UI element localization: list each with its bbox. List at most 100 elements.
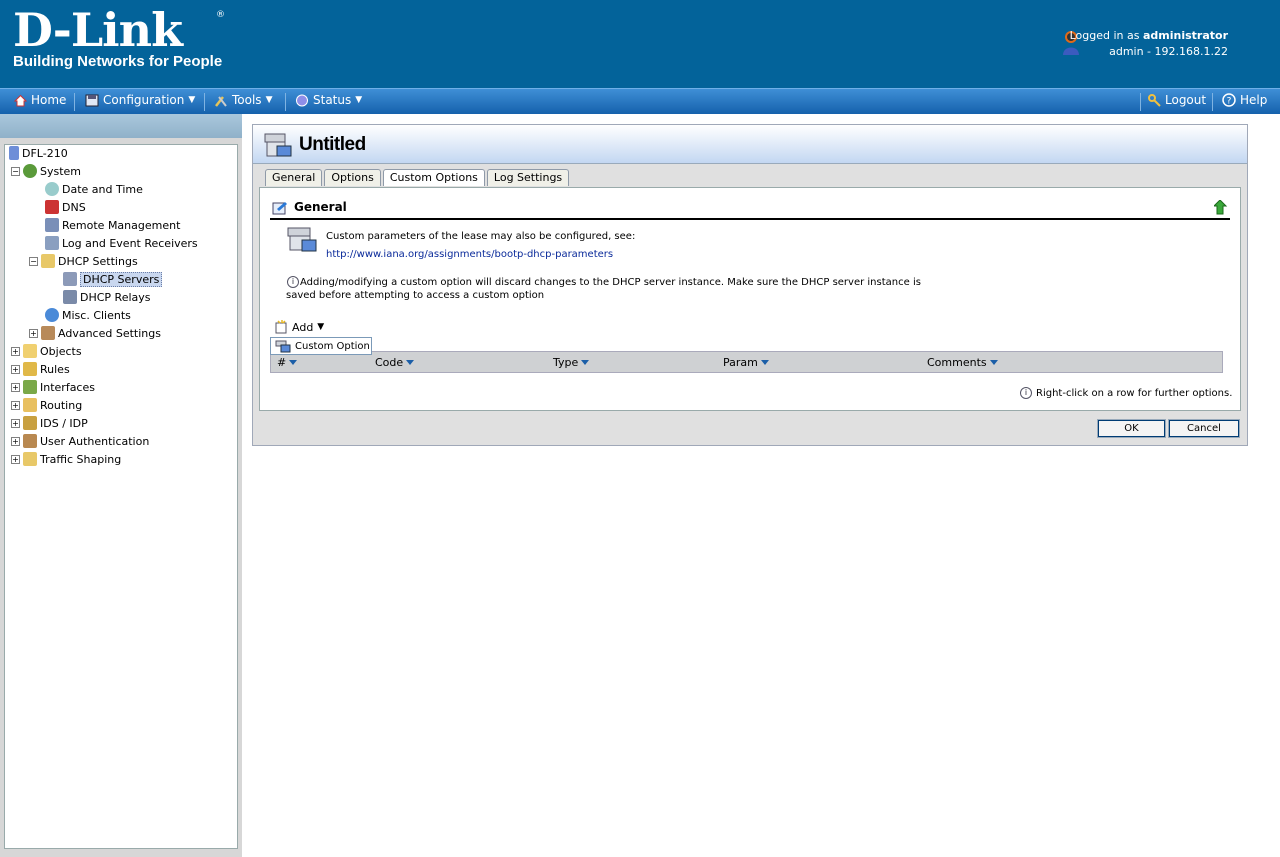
svg-text:?: ? [1227,97,1232,107]
cancel-button[interactable]: Cancel [1168,419,1240,438]
menu-separator [1212,93,1213,111]
tree-node-misc-clients[interactable]: Misc. Clients [45,307,131,323]
tree-label: DFL-210 [22,146,68,160]
add-button[interactable]: Add ▼ [274,320,324,334]
tab-options[interactable]: Options [324,169,381,186]
gear-icon [23,164,37,178]
sort-arrow-icon [760,360,769,365]
tree-node-advanced-settings[interactable]: + Advanced Settings [29,325,161,341]
section-title: General [294,200,347,214]
tree-label: Rules [40,362,70,376]
info-icon: i [1020,387,1032,399]
tree-node-system[interactable]: − System [11,163,81,179]
expand-icon[interactable]: + [29,328,38,338]
iana-link[interactable]: http://www.iana.org/assignments/bootp-dh… [326,249,613,260]
folder-icon [41,254,55,268]
tree-node-dns[interactable]: DNS [45,199,86,215]
tree-node-traffic-shaping[interactable]: + Traffic Shaping [11,451,121,467]
ok-button[interactable]: OK [1097,419,1166,438]
menu-home[interactable]: Home [14,93,66,107]
user-authentication-icon [23,434,37,448]
title-bar: Untitled [253,125,1247,164]
tree-label: DNS [62,200,86,214]
expand-icon[interactable]: + [11,364,20,374]
tree-label: DHCP Settings [58,254,138,268]
tab-content: General Custom parameters of the lease m… [259,187,1241,411]
expand-icon[interactable]: + [11,346,20,356]
collapse-icon[interactable]: − [29,256,38,266]
tree-node-log-event[interactable]: Log and Event Receivers [45,235,198,251]
menu-home-label: Home [31,93,67,107]
tree-node-dhcp-settings[interactable]: − DHCP Settings [29,253,138,269]
dhcp-server-icon [264,133,292,157]
log-icon [45,236,59,250]
menu-status[interactable]: Status ▼ [295,93,362,107]
custom-option-icon [275,340,291,353]
expand-icon[interactable]: + [11,382,20,392]
device-icon [9,146,19,160]
refresh-arrow-icon[interactable] [1214,200,1228,216]
menu-tools[interactable]: Tools ▼ [214,93,272,107]
expand-icon[interactable]: + [11,454,20,464]
menu-separator [74,93,75,111]
warning-line-1: Adding/modifying a custom option will di… [300,277,921,288]
table-hint: i Right-click on a row for further optio… [1020,387,1232,399]
tree-label: Date and Time [62,182,143,196]
tree-node-remote-management[interactable]: Remote Management [45,217,180,233]
key-icon [1148,93,1161,107]
tree-node-dhcp-relays[interactable]: DHCP Relays [63,289,151,305]
tree-label: Remote Management [62,218,181,232]
traffic-shaping-icon [23,452,37,466]
navigation-tree: DFL-210 − System Date and Time DNS Remot… [4,144,238,849]
tab-general[interactable]: General [265,169,323,186]
tree-node-ids-idp[interactable]: + IDS / IDP [11,415,88,431]
column-header-number[interactable]: # [277,356,298,369]
tab-custom-options[interactable]: Custom Options [382,169,485,186]
tree-node-user-authentication[interactable]: + User Authentication [11,433,149,449]
dlink-logo: D-Link ® Building Networks for People [13,3,225,70]
add-label: Add [292,320,314,334]
column-label: Comments [927,356,987,369]
logo-brand: D-Link [13,3,183,57]
custom-options-table-header: # Code Type Param Comments [270,351,1223,373]
save-disk-icon [85,94,99,106]
column-header-param[interactable]: Param [723,356,769,369]
help-label: Help [1240,93,1268,107]
collapse-icon[interactable]: − [11,166,20,176]
logout-link[interactable]: Logout [1148,93,1206,107]
add-menu-custom-option[interactable]: Custom Option [270,337,372,355]
tree-node-dfl-210[interactable]: DFL-210 [9,145,68,161]
info-icon: i [287,276,299,288]
logged-in-prefix: Logged in as [1069,29,1140,42]
misc-clients-icon [45,308,59,322]
tree-label: System [40,164,82,178]
tree-node-rules[interactable]: + Rules [11,361,70,377]
column-header-code[interactable]: Code [375,356,415,369]
tree-node-dhcp-servers[interactable]: DHCP Servers [63,271,163,287]
add-new-icon [275,320,287,334]
column-header-comments[interactable]: Comments [927,356,998,369]
home-icon [14,94,27,106]
sort-arrow-icon [581,360,590,365]
expand-icon[interactable]: + [11,436,20,446]
tree-node-routing[interactable]: + Routing [11,397,82,413]
menu-configuration[interactable]: Configuration ▼ [85,93,195,107]
tab-log-settings[interactable]: Log Settings [486,169,570,186]
folder-icon [23,344,37,358]
tree-node-date-time[interactable]: Date and Time [45,181,143,197]
help-link[interactable]: ? Help [1222,93,1267,107]
menu-separator [1140,93,1141,111]
tree-node-interfaces[interactable]: + Interfaces [11,379,95,395]
edit-section-icon [272,202,287,215]
tree-node-objects[interactable]: + Objects [11,343,82,359]
clock-icon [45,182,59,196]
expand-icon[interactable]: + [11,400,20,410]
sort-arrow-icon [289,360,298,365]
routing-icon [23,398,37,412]
expand-icon[interactable]: + [11,418,20,428]
chevron-down-icon: ▼ [265,95,273,105]
hint-text: Right-click on a row for further options… [1036,387,1233,399]
menu-configuration-label: Configuration [103,93,185,107]
column-header-type[interactable]: Type [553,356,590,369]
sort-arrow-icon [406,360,415,365]
